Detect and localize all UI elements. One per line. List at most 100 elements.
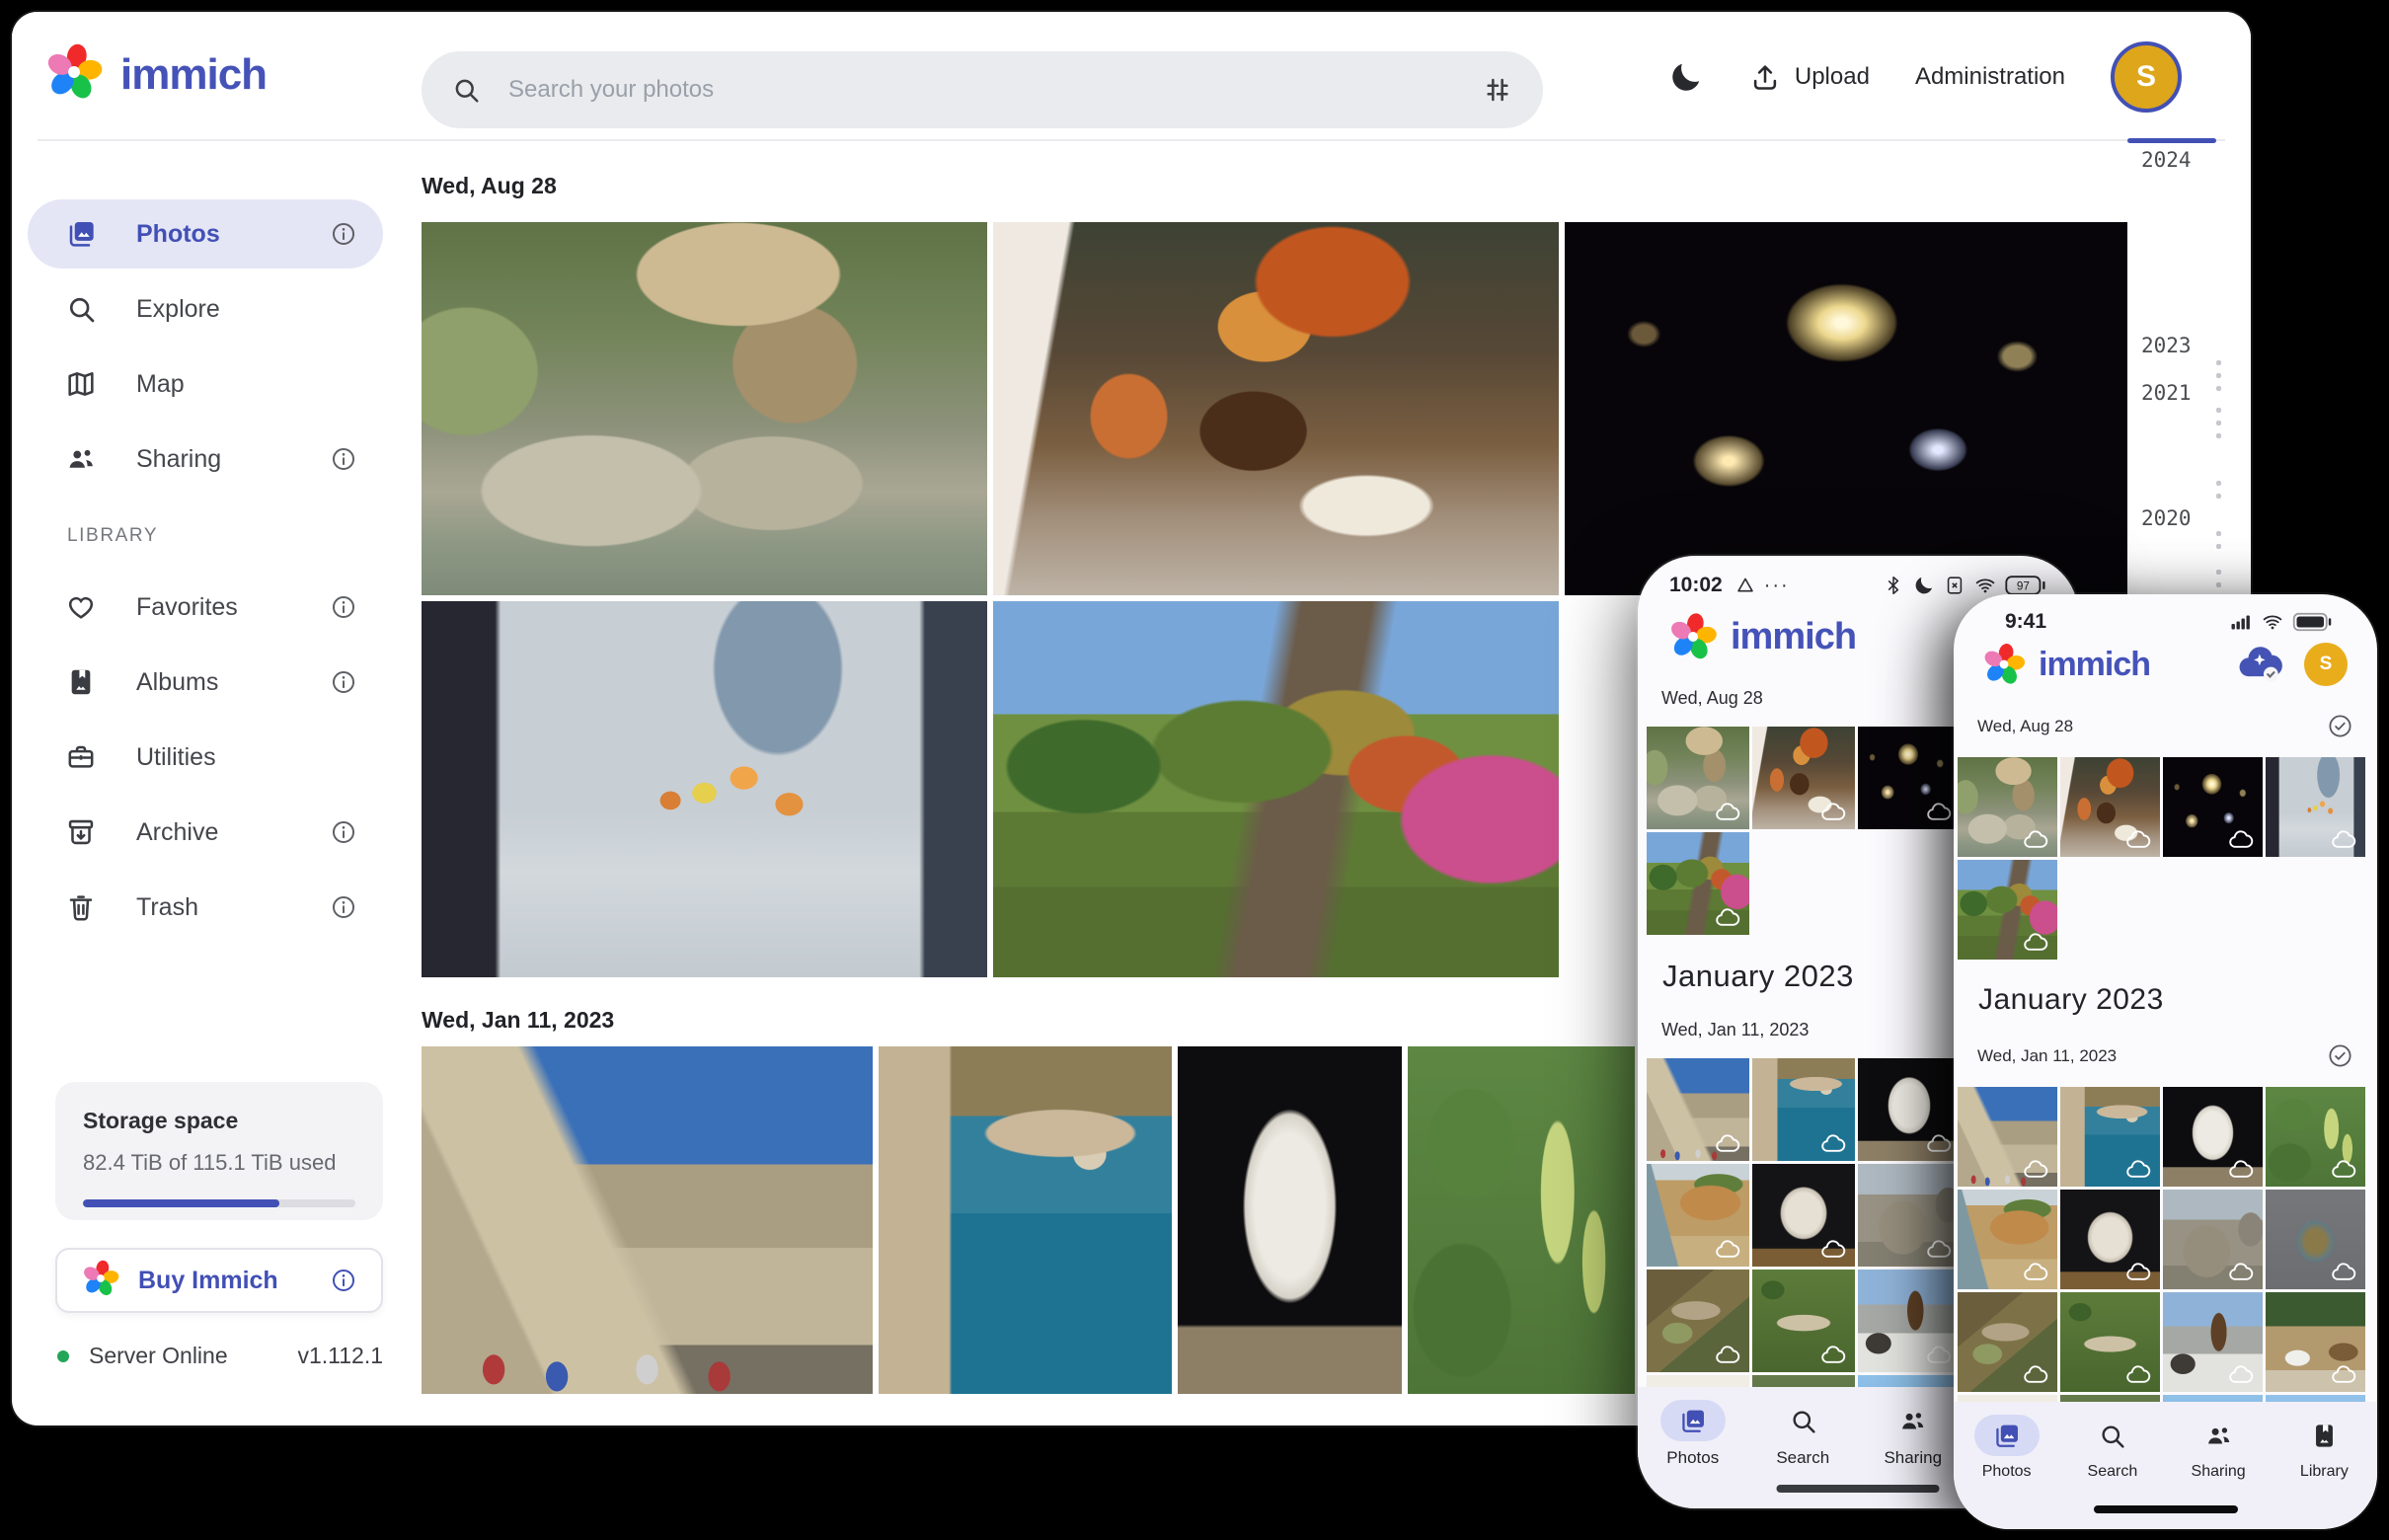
sidebar-item-sharing[interactable]: Sharing	[28, 424, 383, 494]
cloud-backup-icon	[1926, 1133, 1953, 1154]
photo-fireworks-display[interactable]	[2163, 757, 2263, 857]
photo-sea-grape-plant[interactable]	[2266, 1087, 2365, 1187]
sidebar-item-utilities[interactable]: Utilities	[28, 723, 383, 792]
select-all-check-icon[interactable]	[2327, 713, 2353, 739]
photo-dubrovnik-harbor-view[interactable]	[1752, 1058, 1855, 1161]
upload-icon	[1749, 61, 1781, 93]
photo-lizard-on-moss[interactable]	[2060, 1292, 2160, 1392]
info-icon[interactable]	[330, 445, 357, 473]
timeline-year-2021[interactable]: 2021	[2141, 381, 2192, 405]
photo-dubrovnik-harbor-view[interactable]	[2060, 1087, 2160, 1187]
info-icon[interactable]	[330, 593, 357, 621]
info-icon[interactable]	[330, 893, 357, 921]
nav-tab-photos[interactable]: Photos	[1954, 1402, 2059, 1529]
backup-sync-cloud-icon[interactable]	[2237, 644, 2284, 685]
photo-fireworks-display[interactable]	[1565, 222, 2130, 595]
upload-button[interactable]: Upload	[1749, 61, 1870, 93]
nav-tab-label: Sharing	[2192, 1463, 2246, 1481]
photo-stone-ruins[interactable]	[2163, 1190, 2263, 1289]
photo-dubrovnik-fortress-walls[interactable]	[422, 1046, 873, 1394]
info-icon[interactable]	[330, 668, 357, 696]
timeline-year-2020[interactable]: 2020	[2141, 506, 2192, 530]
battery-icon	[2292, 611, 2334, 633]
albums-icon	[65, 666, 97, 698]
sidebar-item-map[interactable]: Map	[28, 349, 383, 419]
photo-baboons-in-forest-enclosure[interactable]	[1958, 757, 2057, 857]
immich-logo[interactable]: immich	[43, 41, 267, 108]
cloud-backup-icon	[1820, 1133, 1847, 1154]
photo-lizard-on-leaf-litter[interactable]	[1958, 1292, 2057, 1392]
photo-autumn-garden-path[interactable]	[1647, 832, 1749, 935]
photo-stone-ruins[interactable]	[1858, 1164, 1961, 1267]
administration-link[interactable]: Administration	[1915, 63, 2065, 91]
photo-couple-holding-hands-at-dusk[interactable]	[2266, 757, 2365, 857]
timeline-year-2023[interactable]: 2023	[2141, 334, 2192, 357]
photo-autumn-dinner-table[interactable]	[993, 222, 1559, 595]
sidebar-item-archive[interactable]: Archive	[28, 798, 383, 867]
photo-marble-sculpture[interactable]	[2060, 1190, 2160, 1289]
photo-lizard-on-leaf-litter[interactable]	[1647, 1270, 1749, 1372]
photo-baboons-in-forest-enclosure[interactable]	[1647, 727, 1749, 829]
photo-snowy-church-town[interactable]	[1858, 1270, 1961, 1372]
photo-fireworks-display[interactable]	[1858, 727, 1961, 829]
buy-immich-button[interactable]: Buy Immich	[55, 1248, 383, 1313]
immich-flower-icon	[81, 1259, 120, 1298]
search-filters-icon[interactable]	[1482, 74, 1513, 106]
info-icon[interactable]	[330, 818, 357, 846]
user-avatar[interactable]: S	[2111, 41, 2182, 113]
nav-tab-label: Sharing	[1884, 1448, 1942, 1468]
cloud-backup-icon	[1926, 1239, 1953, 1260]
cloud-backup-icon	[2023, 1364, 2049, 1385]
photo-alpine-village[interactable]	[2266, 1292, 2365, 1392]
photo-autumn-dinner-table[interactable]	[2060, 757, 2160, 857]
cloud-backup-icon	[2331, 1159, 2357, 1180]
sidebar-item-explore[interactable]: Explore	[28, 274, 383, 344]
photo-victor-hugo-marble-bust[interactable]	[1858, 1058, 1961, 1161]
photo-baboons-in-forest-enclosure[interactable]	[422, 222, 987, 595]
brand-wordmark: immich	[1731, 616, 1856, 658]
photo-dubrovnik-fortress-walls[interactable]	[1647, 1058, 1749, 1161]
photo-snowy-church-town[interactable]	[2163, 1292, 2263, 1392]
home-indicator[interactable]	[2094, 1505, 2238, 1513]
photo-victor-hugo-marble-bust[interactable]	[1178, 1046, 1402, 1394]
home-indicator[interactable]	[1777, 1485, 1940, 1493]
cloud-backup-icon	[1820, 802, 1847, 822]
storage-progress-bar	[83, 1199, 355, 1207]
server-status-label: Server Online	[89, 1343, 228, 1369]
sidebar-item-favorites[interactable]: Favorites	[28, 573, 383, 642]
cloud-backup-icon	[2125, 1262, 2152, 1282]
nav-tab-label: Search	[1776, 1448, 1829, 1468]
search-input[interactable]: Search your photos	[422, 51, 1543, 128]
photo-couple-holding-hands-at-dusk[interactable]	[422, 601, 987, 977]
photo-victor-hugo-marble-bust[interactable]	[2163, 1087, 2263, 1187]
user-avatar[interactable]: S	[2304, 643, 2348, 686]
sidebar-item-label: Archive	[136, 818, 218, 847]
cloud-backup-icon	[2331, 829, 2357, 850]
photo-autumn-dinner-table[interactable]	[1752, 727, 1855, 829]
dark-mode-toggle-moon-icon[interactable]	[1668, 59, 1704, 95]
sidebar-item-trash[interactable]: Trash	[28, 873, 383, 942]
photo-sea-grape-plant[interactable]	[1408, 1046, 1635, 1394]
info-icon[interactable]	[330, 1267, 357, 1294]
photo-coastal-cliff-beach[interactable]	[1958, 1190, 2057, 1289]
sidebar-item-photos[interactable]: Photos	[28, 199, 383, 269]
photo-dubrovnik-harbor-view[interactable]	[879, 1046, 1172, 1394]
cloud-backup-icon	[1715, 1133, 1741, 1154]
photo-coastal-cliff-beach[interactable]	[1647, 1164, 1749, 1267]
sidebar-item-albums[interactable]: Albums	[28, 648, 383, 717]
cloud-backup-icon	[2023, 829, 2049, 850]
photo-autumn-garden-path[interactable]	[1958, 860, 2057, 960]
photo-autumn-garden-path[interactable]	[993, 601, 1559, 977]
photo-dubrovnik-fortress-walls[interactable]	[1958, 1087, 2057, 1187]
nav-tab-library[interactable]: Library	[2272, 1402, 2377, 1529]
upload-label: Upload	[1795, 63, 1870, 91]
timeline-year-2024[interactable]: 2024	[2141, 148, 2192, 172]
nav-tab-photos[interactable]: Photos	[1638, 1387, 1748, 1508]
date-group-header: Wed, Jan 11, 2023	[1977, 1042, 2353, 1069]
info-icon[interactable]	[330, 220, 357, 248]
photo-ornate-tiered-centerpiece[interactable]	[2266, 1190, 2365, 1289]
select-all-check-icon[interactable]	[2327, 1042, 2353, 1069]
photo-marble-sculpture[interactable]	[1752, 1164, 1855, 1267]
photo-lizard-on-moss[interactable]	[1752, 1270, 1855, 1372]
app-header: immich Search your photos Upload Adminis…	[12, 12, 2251, 141]
